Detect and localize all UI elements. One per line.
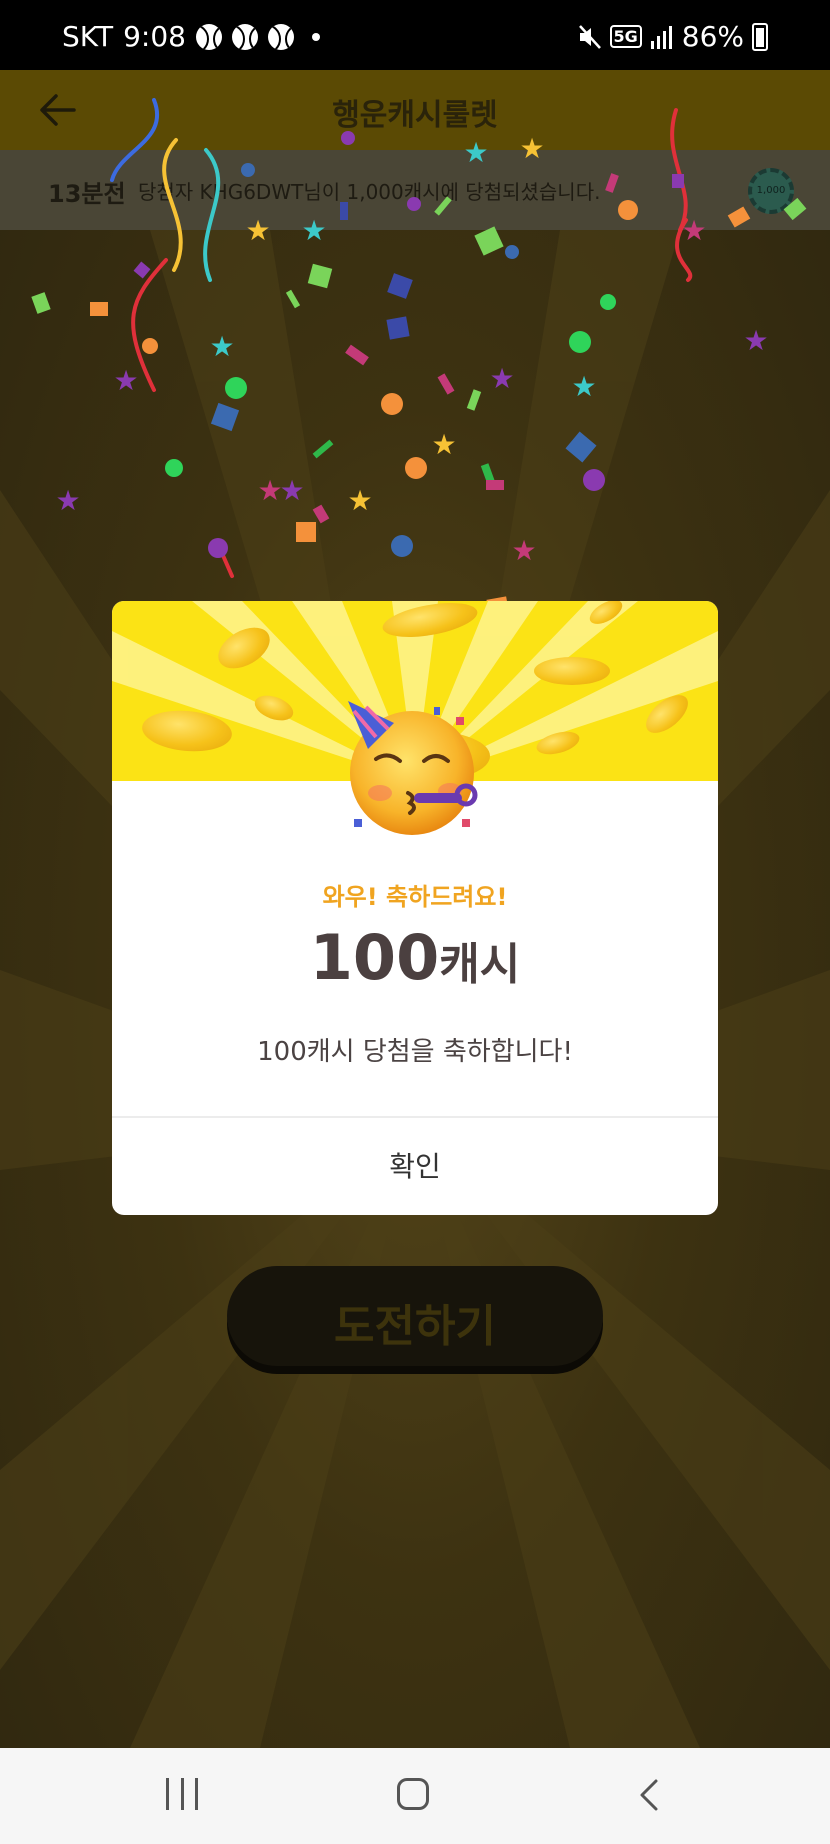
challenge-button-label: 도전하기 <box>334 1301 496 1352</box>
reward-amount-unit: 캐시 <box>439 939 521 990</box>
home-icon[interactable] <box>397 1778 429 1810</box>
battery-percent: 86% <box>681 20 744 53</box>
clock: 9:08 <box>123 20 186 53</box>
network-5g-icon: 5G <box>609 25 642 48</box>
app-header: 행운캐시룰렛 <box>0 70 830 150</box>
reward-modal: 와우! 축하드려요! 100캐시 100캐시 당첨을 축하합니다! 확인 <box>112 601 718 1215</box>
congrats-kicker: 와우! 축하드려요! <box>322 883 508 911</box>
status-right: 5G 86% <box>578 20 768 53</box>
carrier-label: SKT <box>62 20 114 53</box>
coin-icon <box>534 657 610 685</box>
winner-ticker: 13분전 당첨자 KHG6DWT님이 1,000캐시에 당첨되셨습니다. 1,0… <box>0 150 830 230</box>
ticker-time: 13분전 <box>48 180 126 208</box>
battery-charging-icon <box>752 22 768 51</box>
system-nav-bar <box>0 1748 830 1844</box>
mute-icon <box>578 24 601 49</box>
baseball-icon <box>195 23 222 50</box>
cash-chip-icon: 1,000 <box>748 168 794 214</box>
back-icon[interactable] <box>634 1778 666 1812</box>
recents-icon[interactable] <box>166 1778 198 1810</box>
status-bar: SKT 9:08 5G 86% <box>0 0 830 70</box>
status-left: SKT 9:08 <box>62 20 320 53</box>
challenge-button[interactable]: 도전하기 <box>227 1266 603 1366</box>
reward-amount-number: 100 <box>309 921 440 994</box>
reward-amount: 100캐시 <box>112 921 718 994</box>
signal-icon <box>650 25 672 49</box>
reward-message: 100캐시 당첨을 축하합니다! <box>257 1037 573 1067</box>
partying-face-emoji <box>348 701 478 835</box>
dot-icon <box>311 32 320 41</box>
confirm-button[interactable]: 확인 <box>112 1118 718 1215</box>
ticker-message: 당첨자 KHG6DWT님이 1,000캐시에 당첨되셨습니다. <box>138 180 601 204</box>
page-title: 행운캐시룰렛 <box>332 98 498 133</box>
baseball-icon <box>267 23 294 50</box>
baseball-icon <box>231 23 258 50</box>
